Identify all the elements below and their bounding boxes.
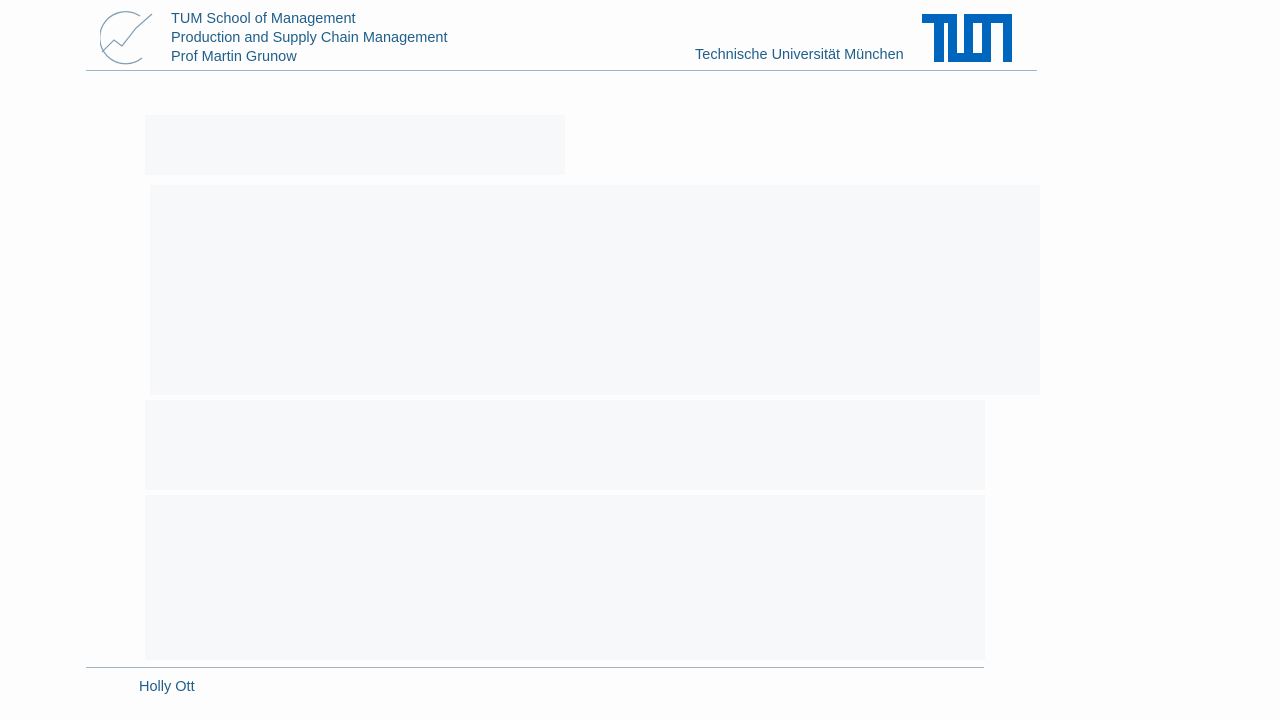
content-placeholder-top (145, 115, 565, 175)
content-placeholder-main (150, 185, 1040, 395)
school-name: TUM School of Management (171, 11, 356, 27)
tum-logo-icon (922, 14, 1012, 62)
content-placeholder-bottom (145, 495, 985, 660)
header-divider (86, 70, 1037, 71)
content-placeholder-middle (145, 400, 985, 490)
chair-name: Production and Supply Chain Management (171, 30, 448, 46)
professor-name: Prof Martin Grunow (171, 49, 297, 65)
slide: TUM School of Management Production and … (0, 0, 1280, 720)
slide-header: TUM School of Management Production and … (86, 0, 1037, 71)
header-text-block: TUM School of Management Production and … (171, 10, 447, 67)
chart-trend-logo-icon (100, 11, 153, 65)
university-name: Technische Universität München (695, 47, 904, 63)
footer-author: Holly Ott (139, 679, 195, 695)
footer-divider (86, 667, 984, 668)
